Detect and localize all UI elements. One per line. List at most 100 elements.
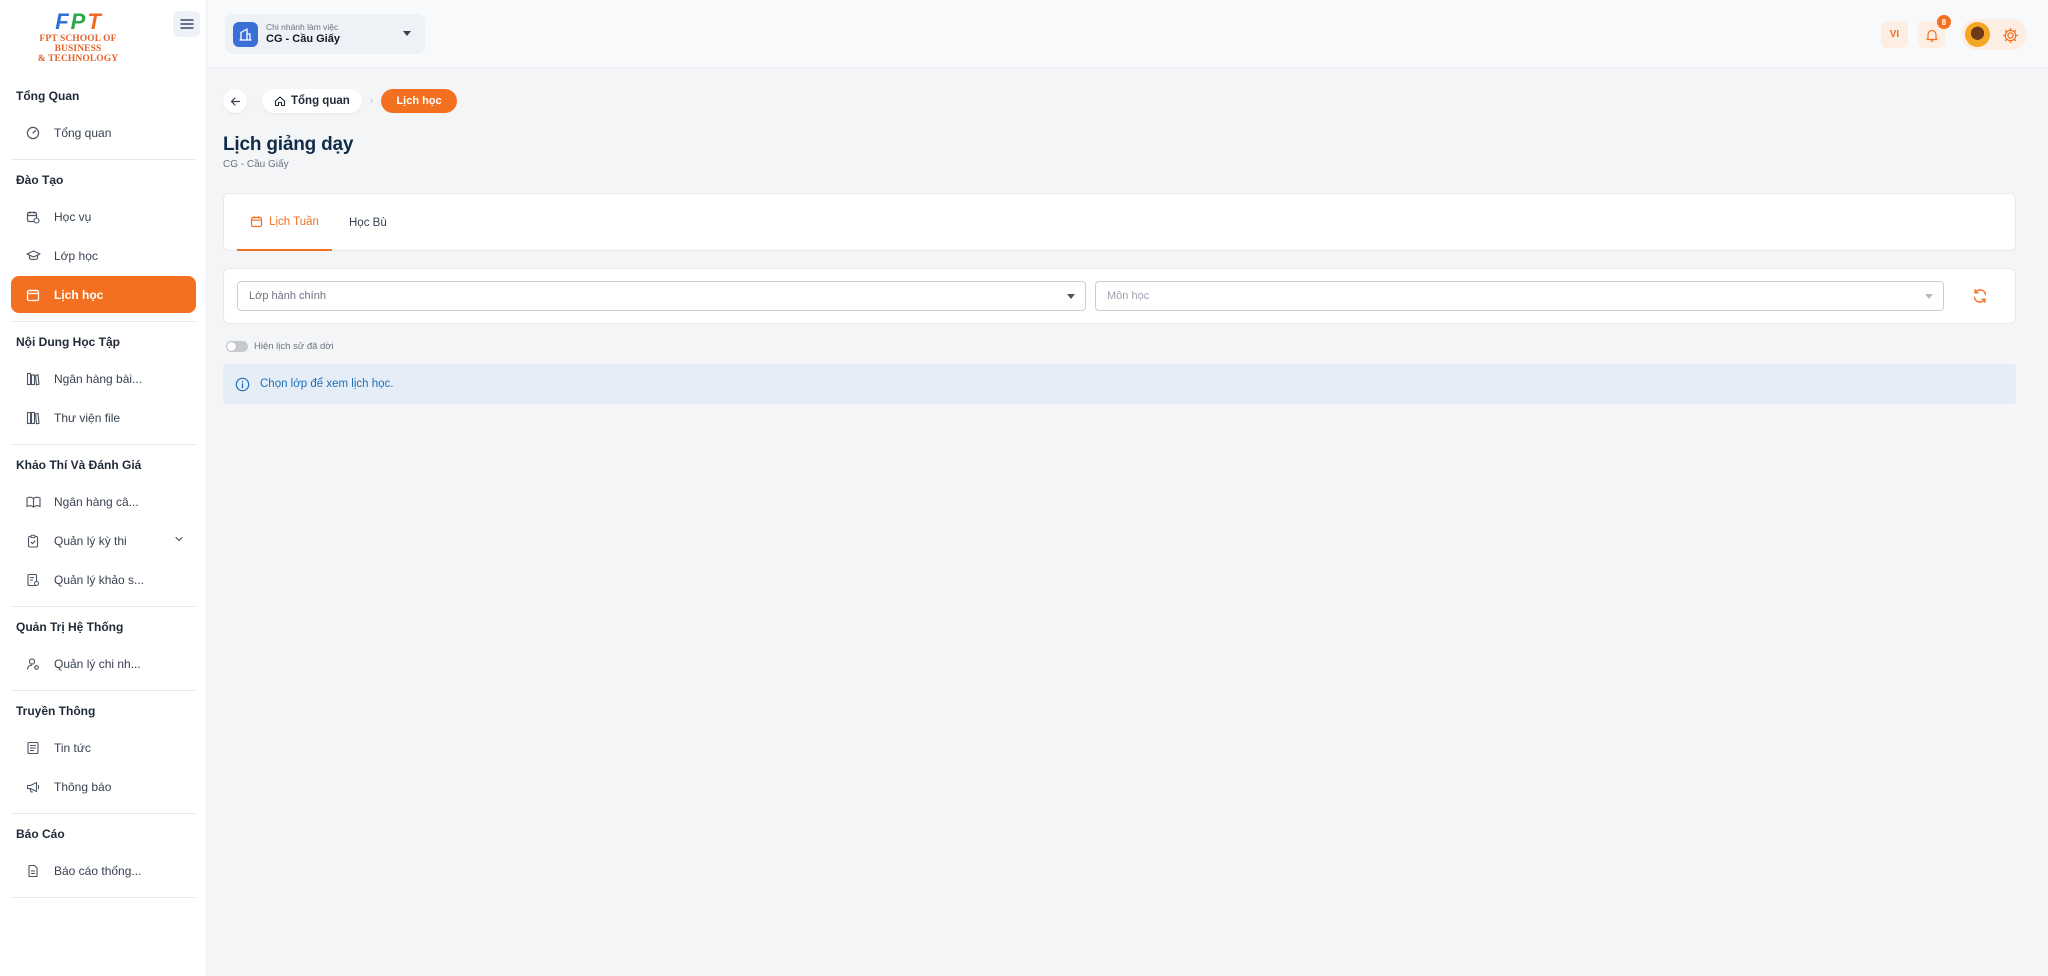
nav-divider <box>11 813 196 814</box>
tab-label: Lịch Tuần <box>269 215 319 228</box>
sidebar-item-quan-ly-khao-sat[interactable]: Quản lý khảo s... <box>11 561 196 598</box>
nav-section-title: Quản Trị Hệ Thống <box>16 620 124 634</box>
report-file-icon <box>25 863 41 879</box>
nav-section-title: Nội Dung Học Tập <box>16 335 120 349</box>
page-title: Lịch giảng dạy <box>223 134 354 155</box>
open-book-icon <box>25 494 41 510</box>
nav-divider <box>11 897 196 898</box>
sidebar-item-quan-ly-ky-thi[interactable]: Quản lý kỳ thi <box>11 522 196 559</box>
avatar[interactable] <box>1965 22 1990 47</box>
language-switcher[interactable]: VI <box>1881 21 1908 48</box>
sidebar-item-label: Tin tức <box>54 740 91 755</box>
refresh-button[interactable] <box>1968 284 1992 308</box>
sidebar-item-thong-bao[interactable]: Thông báo <box>11 768 196 805</box>
chevron-down-icon[interactable] <box>174 533 184 547</box>
sidebar-item-hoc-vu[interactable]: Học vụ <box>11 198 196 235</box>
refresh-icon <box>1973 289 1987 303</box>
info-alert: Chọn lớp để xem lịch học. <box>223 364 2016 404</box>
notifications-button[interactable]: 8 <box>1918 15 1951 48</box>
library-icon <box>25 371 41 387</box>
nav-divider <box>11 321 196 322</box>
sidebar-item-label: Lớp học <box>54 248 98 263</box>
branch-selector[interactable]: Chi nhánh làm việc CG - Cầu Giấy <box>225 14 425 54</box>
hamburger-icon <box>179 19 194 29</box>
nav-section-title: Tổng Quan <box>16 89 80 103</box>
gear-icon[interactable] <box>2001 26 2019 44</box>
bell-icon <box>1925 29 1938 42</box>
tabs-card: Lịch Tuần Học Bù <box>223 193 2016 251</box>
class-select[interactable]: Lớp hành chính <box>237 281 1086 311</box>
show-history-toggle[interactable] <box>226 341 248 352</box>
sidebar-item-lich-hoc[interactable]: Lịch học <box>11 276 196 313</box>
tab-lich-tuan[interactable]: Lịch Tuần <box>237 194 332 251</box>
clipboard-check-icon <box>25 533 41 549</box>
sidebar-item-bao-cao-thong-ke[interactable]: Báo cáo thống... <box>11 852 196 889</box>
home-icon <box>274 96 286 107</box>
sidebar-item-label: Quản lý chi nh... <box>54 656 141 671</box>
subject-select[interactable]: Môn học <box>1095 281 1944 311</box>
graduation-cap-icon <box>25 248 41 264</box>
sidebar-item-label: Lịch học <box>54 287 104 302</box>
nav-divider <box>11 444 196 445</box>
sidebar-item-label: Báo cáo thống... <box>54 863 142 878</box>
tab-hoc-bu[interactable]: Học Bù <box>349 194 387 251</box>
user-settings-icon <box>25 656 41 672</box>
file-library-icon <box>25 410 41 426</box>
nav-section-title: Đào Tạo <box>16 173 64 187</box>
info-icon <box>235 377 250 391</box>
menu-toggle-button[interactable] <box>173 11 200 37</box>
calendar-clock-icon <box>25 209 41 225</box>
sidebar-item-ngan-hang-bai[interactable]: Ngân hàng bài... <box>11 360 196 397</box>
branch-label: Chi nhánh làm việc <box>266 22 339 32</box>
breadcrumb-home-label: Tổng quan <box>291 95 350 107</box>
sidebar-nav: Tổng Quan Tổng quan Đào Tạo Học vụ Lớp h… <box>0 76 207 900</box>
notification-count-badge: 8 <box>1937 15 1951 29</box>
sidebar-item-quan-ly-chi-nhanh[interactable]: Quản lý chi nh... <box>11 645 196 682</box>
nav-section-system-admin: Quản Trị Hệ Thống Quản lý chi nh... <box>0 611 207 691</box>
branch-text: Chi nhánh làm việc CG - Cầu Giấy <box>266 22 340 46</box>
breadcrumb: Tổng quan › Lịch học <box>223 89 457 113</box>
nav-section-assessment: Khảo Thí Và Đánh Giá Ngân hàng câ... Quả… <box>0 449 207 607</box>
breadcrumb-home[interactable]: Tổng quan <box>262 89 362 113</box>
tab-label: Học Bù <box>349 216 387 229</box>
sidebar-item-label: Ngân hàng bài... <box>54 371 143 386</box>
sidebar-item-lop-hoc[interactable]: Lớp học <box>11 237 196 274</box>
sidebar-item-label: Quản lý kỳ thi <box>54 533 127 548</box>
nav-section-communications: Truyền Thông Tin tức Thông báo <box>0 695 207 814</box>
sidebar-item-tong-quan[interactable]: Tổng quan <box>11 114 196 151</box>
calendar-icon <box>25 287 41 303</box>
branch-building-icon <box>233 21 258 47</box>
sidebar-item-tin-tuc[interactable]: Tin tức <box>11 729 196 766</box>
info-alert-text: Chọn lớp để xem lịch học. <box>260 378 394 390</box>
sidebar-item-label: Thư viện file <box>54 410 121 425</box>
sidebar-item-label: Thông báo <box>54 779 112 794</box>
caret-down-icon <box>1925 294 1933 299</box>
filter-card: Lớp hành chính Môn học <box>223 268 2016 324</box>
nav-section-reports: Báo Cáo Báo cáo thống... <box>0 818 207 898</box>
calendar-icon <box>250 216 263 228</box>
dashboard-gauge-icon <box>25 125 41 141</box>
nav-section-overview: Tổng Quan Tổng quan <box>0 80 207 160</box>
branch-value: CG - Cầu Giấy <box>266 33 340 45</box>
sidebar-item-label: Quản lý khảo s... <box>54 572 145 587</box>
nav-section-training: Đào Tạo Học vụ Lớp học Lịch học <box>0 164 207 322</box>
sidebar-item-label: Học vụ <box>54 209 92 224</box>
brand-logo[interactable]: FPT FPT SCHOOL OF BUSINESS & TECHNOLOGY <box>16 9 140 65</box>
sidebar-item-label: Ngân hàng câ... <box>54 494 139 509</box>
nav-divider <box>11 606 196 607</box>
nav-divider <box>11 159 196 160</box>
sidebar-item-ngan-hang-cau[interactable]: Ngân hàng câ... <box>11 483 196 520</box>
back-button[interactable] <box>223 89 247 113</box>
sidebar-item-label: Tổng quan <box>54 125 112 140</box>
logo-mark: FPT <box>55 9 101 34</box>
subject-select-placeholder: Môn học <box>1107 290 1150 302</box>
sidebar-item-thu-vien-file[interactable]: Thư viện file <box>11 399 196 436</box>
top-header: Chi nhánh làm việc CG - Cầu Giấy VI 8 <box>207 0 2048 68</box>
breadcrumb-current[interactable]: Lịch học <box>381 89 457 113</box>
page-subtitle: CG - Cầu Giấy <box>223 159 289 170</box>
user-menu <box>1961 19 2027 50</box>
show-history-label: Hiện lịch sử đã dời <box>254 341 334 352</box>
newspaper-icon <box>25 740 41 756</box>
history-toggle-row: Hiện lịch sử đã dời <box>226 341 334 352</box>
nav-section-title: Khảo Thí Và Đánh Giá <box>16 458 142 472</box>
